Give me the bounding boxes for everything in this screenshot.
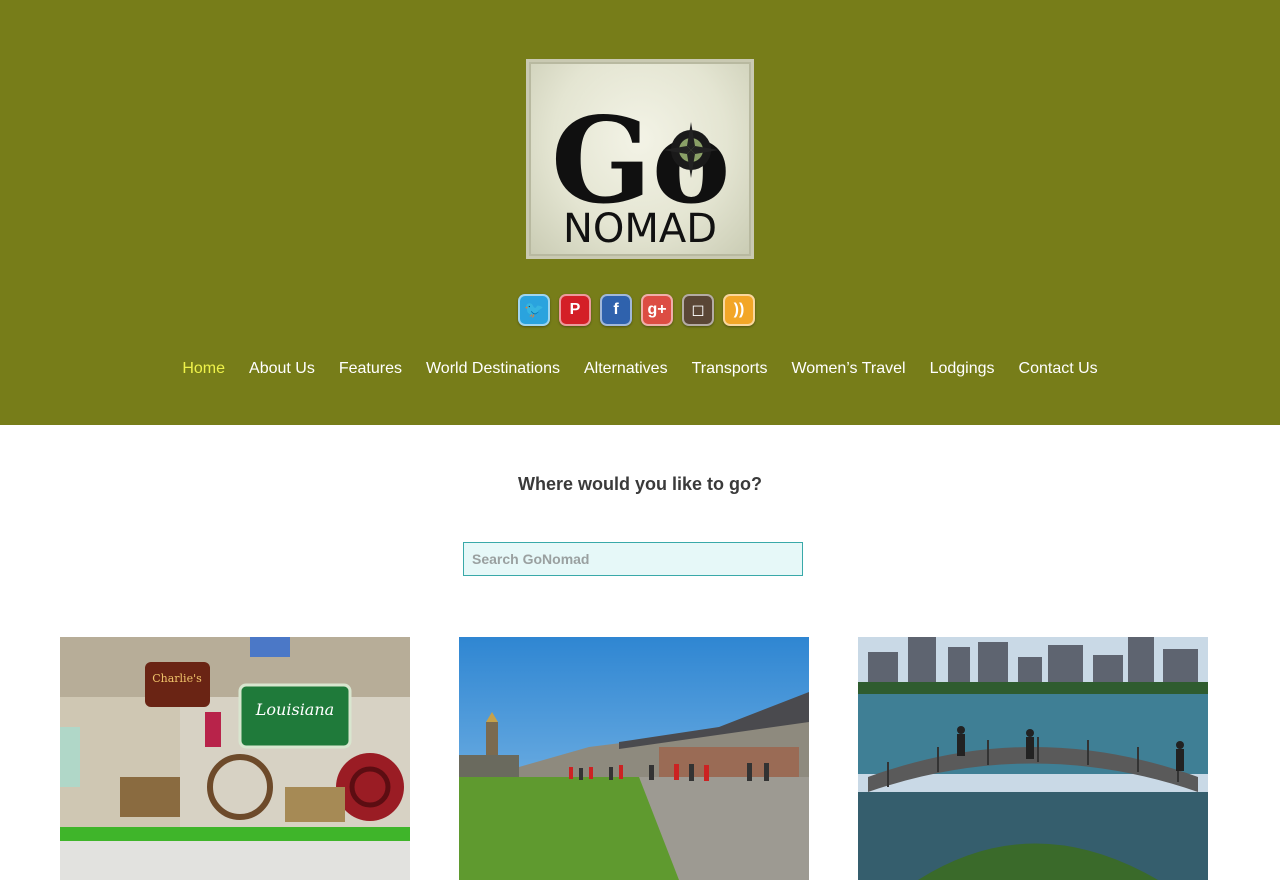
instagram-icon[interactable]: ◻ <box>682 294 714 326</box>
site-header: Go NOMAD 🐦 Pf g+ ◻)) Home About Us Features Wo… <box>0 0 1280 425</box>
sign-charlies: Charlie's <box>152 672 202 685</box>
nav-item-lodgings[interactable]: Lodgings <box>918 358 1007 380</box>
nav-item-women-s-travel[interactable]: Women’s Travel <box>779 358 917 380</box>
pinterest-icon[interactable]: P <box>559 294 591 326</box>
nav-item-features[interactable]: Features <box>327 358 414 380</box>
city-waterfront-image <box>858 637 1208 880</box>
nav-item-transports[interactable]: Transports <box>680 358 780 380</box>
social-links: 🐦 Pf g+ ◻)) <box>518 294 755 326</box>
nav-item-contact-us[interactable]: Contact Us <box>1007 358 1110 380</box>
search-prompt: Where would you like to go? <box>517 474 762 494</box>
main-nav: Home About Us Features World Destinations Al… <box>0 358 1280 380</box>
sign-louisiana: Louisiana <box>255 700 334 719</box>
nav-item-about-us[interactable]: About Us <box>237 358 327 380</box>
card-waterfront[interactable] <box>858 637 1208 880</box>
twitter-icon[interactable]: 🐦 <box>518 294 550 326</box>
search-input[interactable] <box>463 542 803 576</box>
fortress-courtyard-image <box>459 637 809 880</box>
nav-item-home[interactable]: Home <box>170 358 237 380</box>
logo-text-bottom: NOMAD <box>563 206 717 252</box>
rss-icon[interactable]: )) <box>723 294 755 326</box>
google-plus-icon[interactable]: g+ <box>641 294 673 326</box>
louisiana-exhibit-image: Charlie's Louisiana <box>60 637 410 880</box>
gonomad-logo[interactable]: Go NOMAD <box>526 59 754 259</box>
facebook-icon[interactable]: f <box>600 294 632 326</box>
nav-item-alternatives[interactable]: Alternatives <box>572 358 680 380</box>
card-louisiana-exhibit[interactable]: Charlie's Louisiana <box>60 637 410 880</box>
card-fortress[interactable] <box>459 637 809 880</box>
nav-item-world-destinations[interactable]: World Destinations <box>414 358 572 380</box>
